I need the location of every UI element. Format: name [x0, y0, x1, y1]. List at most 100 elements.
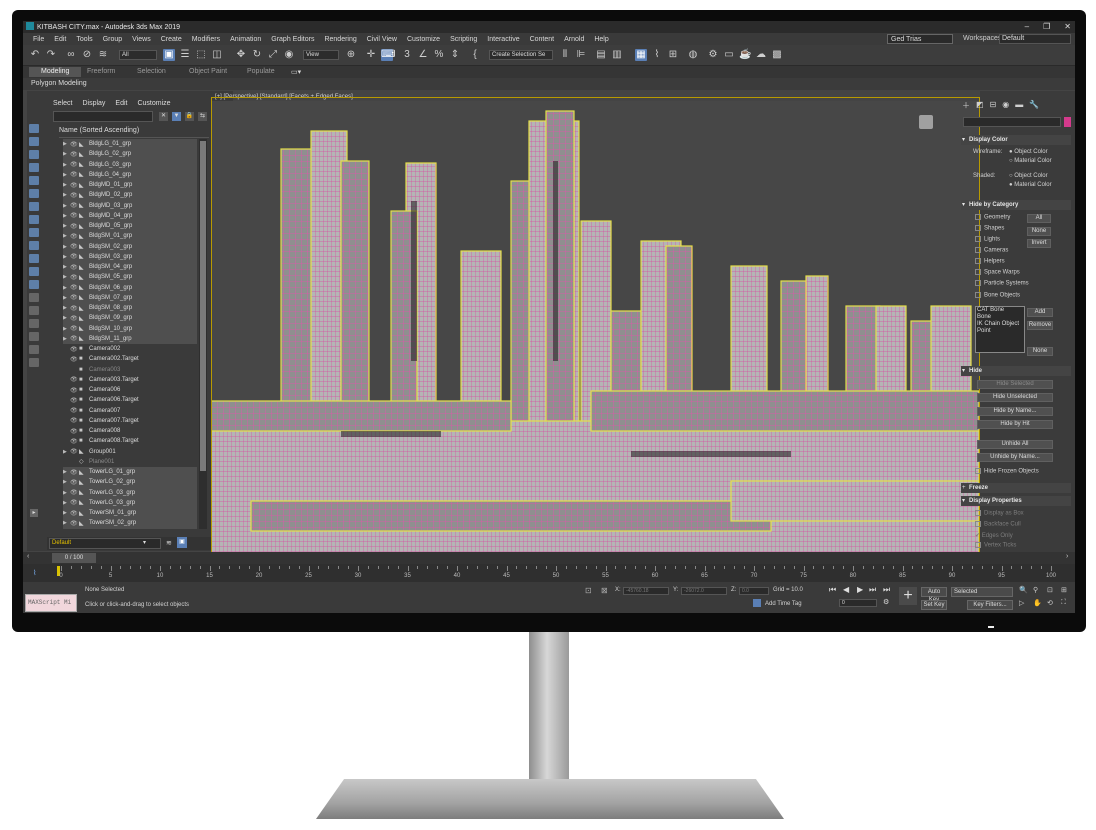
time-config-icon[interactable]: ⚙ [883, 598, 889, 606]
ribbon-tab-modeling[interactable]: Modeling [29, 67, 82, 77]
display-shapes-icon[interactable] [29, 150, 39, 159]
backface-cull-checkbox[interactable]: Backface Cull [975, 521, 1021, 528]
tree-row[interactable]: ▶ 👁 ◣ BldgSM_03_grp [63, 251, 197, 262]
unhide-all-button[interactable]: Unhide All [977, 440, 1053, 449]
explorer-scrollbar-thumb[interactable] [200, 141, 206, 471]
shaded-material-color-radio[interactable]: ● Material Color [1009, 182, 1052, 188]
render-setup-icon[interactable]: ⚙ [707, 49, 719, 61]
rendered-frame-window-icon[interactable]: ▭ [723, 49, 735, 61]
display-cameras-icon[interactable] [29, 176, 39, 185]
explorer-column-header[interactable]: Name (Sorted Ascending) [59, 127, 209, 138]
named-selection-set-select[interactable]: Create Selection Se [489, 50, 553, 60]
tree-row[interactable]: ▶ 👁 ◣ TowerSM_02_grp [63, 518, 197, 529]
category-list-none-button[interactable]: None [1027, 347, 1053, 356]
menu-create[interactable]: Create [161, 36, 182, 43]
reference-coordinate-select[interactable]: View [303, 50, 339, 60]
minimize-icon[interactable]: – [1025, 22, 1029, 31]
tree-row[interactable]: ▶ 👁 ◣ BldgSM_09_grp [63, 313, 197, 324]
edges-only-checkbox[interactable]: ✔ Edges Only [975, 532, 1013, 539]
shaded-object-color-radio[interactable]: ○ Object Color [1009, 173, 1048, 179]
display-influences-icon[interactable] [29, 332, 39, 341]
display-none-icon[interactable] [29, 293, 39, 302]
window-crossing-icon[interactable]: ◫ [211, 49, 223, 61]
selection-lock-icon[interactable]: ⊠ [601, 586, 608, 595]
go-to-end-icon[interactable]: ⏭ [883, 585, 890, 595]
x-coordinate-field[interactable]: -45760.18 [623, 587, 669, 595]
hide-unselected-button[interactable]: Hide Unselected [977, 393, 1053, 402]
menu-tools[interactable]: Tools [76, 36, 92, 43]
unlink-icon[interactable]: ⊘ [81, 49, 93, 61]
time-next-icon[interactable]: › [1066, 553, 1068, 560]
tree-row[interactable]: 👁 ■ Camera007 [63, 406, 197, 416]
y-coordinate-field[interactable]: -26072.0 [681, 587, 727, 595]
keyboard-shortcut-override-icon[interactable]: ⌨ [381, 49, 395, 61]
display-tab-icon[interactable]: ▬ [1015, 100, 1023, 111]
undo-icon[interactable]: ↶ [29, 49, 41, 61]
vertex-ticks-checkbox[interactable]: Vertex Ticks [975, 542, 1016, 549]
menu-rendering[interactable]: Rendering [324, 36, 356, 43]
time-slider-thumb[interactable]: 0 / 100 [52, 553, 96, 563]
layer-explorer-toggle-icon[interactable]: ▣ [177, 537, 187, 548]
category-particle-systems-checkbox[interactable]: Particle Systems [975, 280, 1029, 287]
link-icon[interactable]: ∞ [65, 49, 77, 61]
menu-customize[interactable]: Customize [407, 36, 440, 43]
tree-row[interactable]: ▶ 👁 ◣ TowerLG_03_grp [63, 487, 197, 498]
display-hidden-icon[interactable] [29, 280, 39, 289]
menu-edit[interactable]: Edit [54, 36, 66, 43]
render-in-cloud-icon[interactable]: ☁ [755, 49, 767, 61]
wireframe-object-color-radio[interactable]: ● Object Color [1009, 149, 1048, 155]
category-invert-button[interactable]: Invert [1027, 239, 1051, 248]
menu-scripting[interactable]: Scripting [450, 36, 477, 43]
ribbon-options-icon[interactable]: ▭▾ [291, 68, 301, 76]
category-lights-checkbox[interactable]: Lights [975, 236, 1000, 243]
category-remove-button[interactable]: Remove [1027, 321, 1053, 330]
display-xrefs-icon[interactable] [29, 228, 39, 237]
schematic-view-icon[interactable]: ⊞ [667, 49, 679, 61]
filter-icon[interactable]: ▼ [172, 112, 181, 121]
menu-content[interactable]: Content [530, 36, 555, 43]
invert-display-icon[interactable] [29, 306, 39, 315]
pan-view-icon[interactable]: ✋ [1033, 599, 1042, 607]
spinner-snap-icon[interactable]: ⇕ [449, 49, 461, 61]
toggle-ribbon-icon[interactable]: ▦ [635, 49, 647, 61]
menu-group[interactable]: Group [103, 36, 122, 43]
menu-animation[interactable]: Animation [230, 36, 261, 43]
scale-icon[interactable]: ⤢ [267, 49, 279, 61]
add-time-tag-button[interactable]: Add Time Tag [765, 601, 802, 607]
set-key-button[interactable]: Set Key [921, 600, 947, 610]
tree-row[interactable]: ▶ 👁 ◣ BldgMD_03_grp [63, 200, 197, 211]
display-frozen-icon[interactable] [29, 267, 39, 276]
maximize-icon[interactable]: ❐ [1043, 22, 1050, 31]
tree-row[interactable]: ▶ 👁 ◣ BldgSM_07_grp [63, 292, 197, 303]
tree-row[interactable]: 👁 ■ Camera006 [63, 385, 197, 395]
percent-snap-icon[interactable]: % [433, 49, 445, 61]
category-add-button[interactable]: Add [1027, 308, 1053, 317]
tree-row[interactable]: ▶ 👁 ◣ BldgLG_01_grp [63, 139, 197, 150]
time-prev-icon[interactable]: ‹ [27, 553, 29, 560]
hide-frozen-objects-checkbox[interactable]: Hide Frozen Objects [975, 468, 1039, 475]
select-by-name-icon[interactable]: ☰ [179, 49, 191, 61]
mirror-icon[interactable]: ⫴ [559, 49, 571, 61]
layer-dropdown-icon[interactable]: ▾ [143, 539, 146, 546]
layer-stack-icon[interactable]: ≋ [166, 539, 172, 547]
list-item[interactable]: Point [976, 328, 1024, 335]
explorer-menu-display[interactable]: Display [82, 100, 105, 107]
tree-row[interactable]: ▶ 👁 ◣ BldgSM_08_grp [63, 303, 197, 314]
menu-views[interactable]: Views [132, 36, 151, 43]
hide-by-name-button[interactable]: Hide by Name... [977, 407, 1053, 416]
display-geometry-icon[interactable] [29, 137, 39, 146]
play-icon[interactable]: ▶ [857, 585, 863, 594]
menu-file[interactable]: File [33, 36, 44, 43]
wireframe-material-color-radio[interactable]: ○ Material Color [1009, 158, 1052, 164]
unhide-by-name-button[interactable]: Unhide by Name... [977, 453, 1053, 462]
material-editor-icon[interactable]: ◍ [687, 49, 699, 61]
tree-row[interactable]: ▶ 👁 ◣ BldgMD_04_grp [63, 210, 197, 221]
z-coordinate-field[interactable]: 0.0 [739, 587, 769, 595]
create-tab-icon[interactable]: ＋ [962, 100, 970, 111]
menu-help[interactable]: Help [594, 36, 608, 43]
selection-filter-select[interactable]: All [119, 50, 157, 60]
next-frame-icon[interactable]: ⏭ [869, 585, 876, 595]
tree-row[interactable]: ▶ 👁 ◣ Group001 [63, 447, 197, 457]
time-tag-icon[interactable] [753, 599, 761, 607]
rollout-display-properties[interactable]: Display Properties [961, 496, 1071, 506]
